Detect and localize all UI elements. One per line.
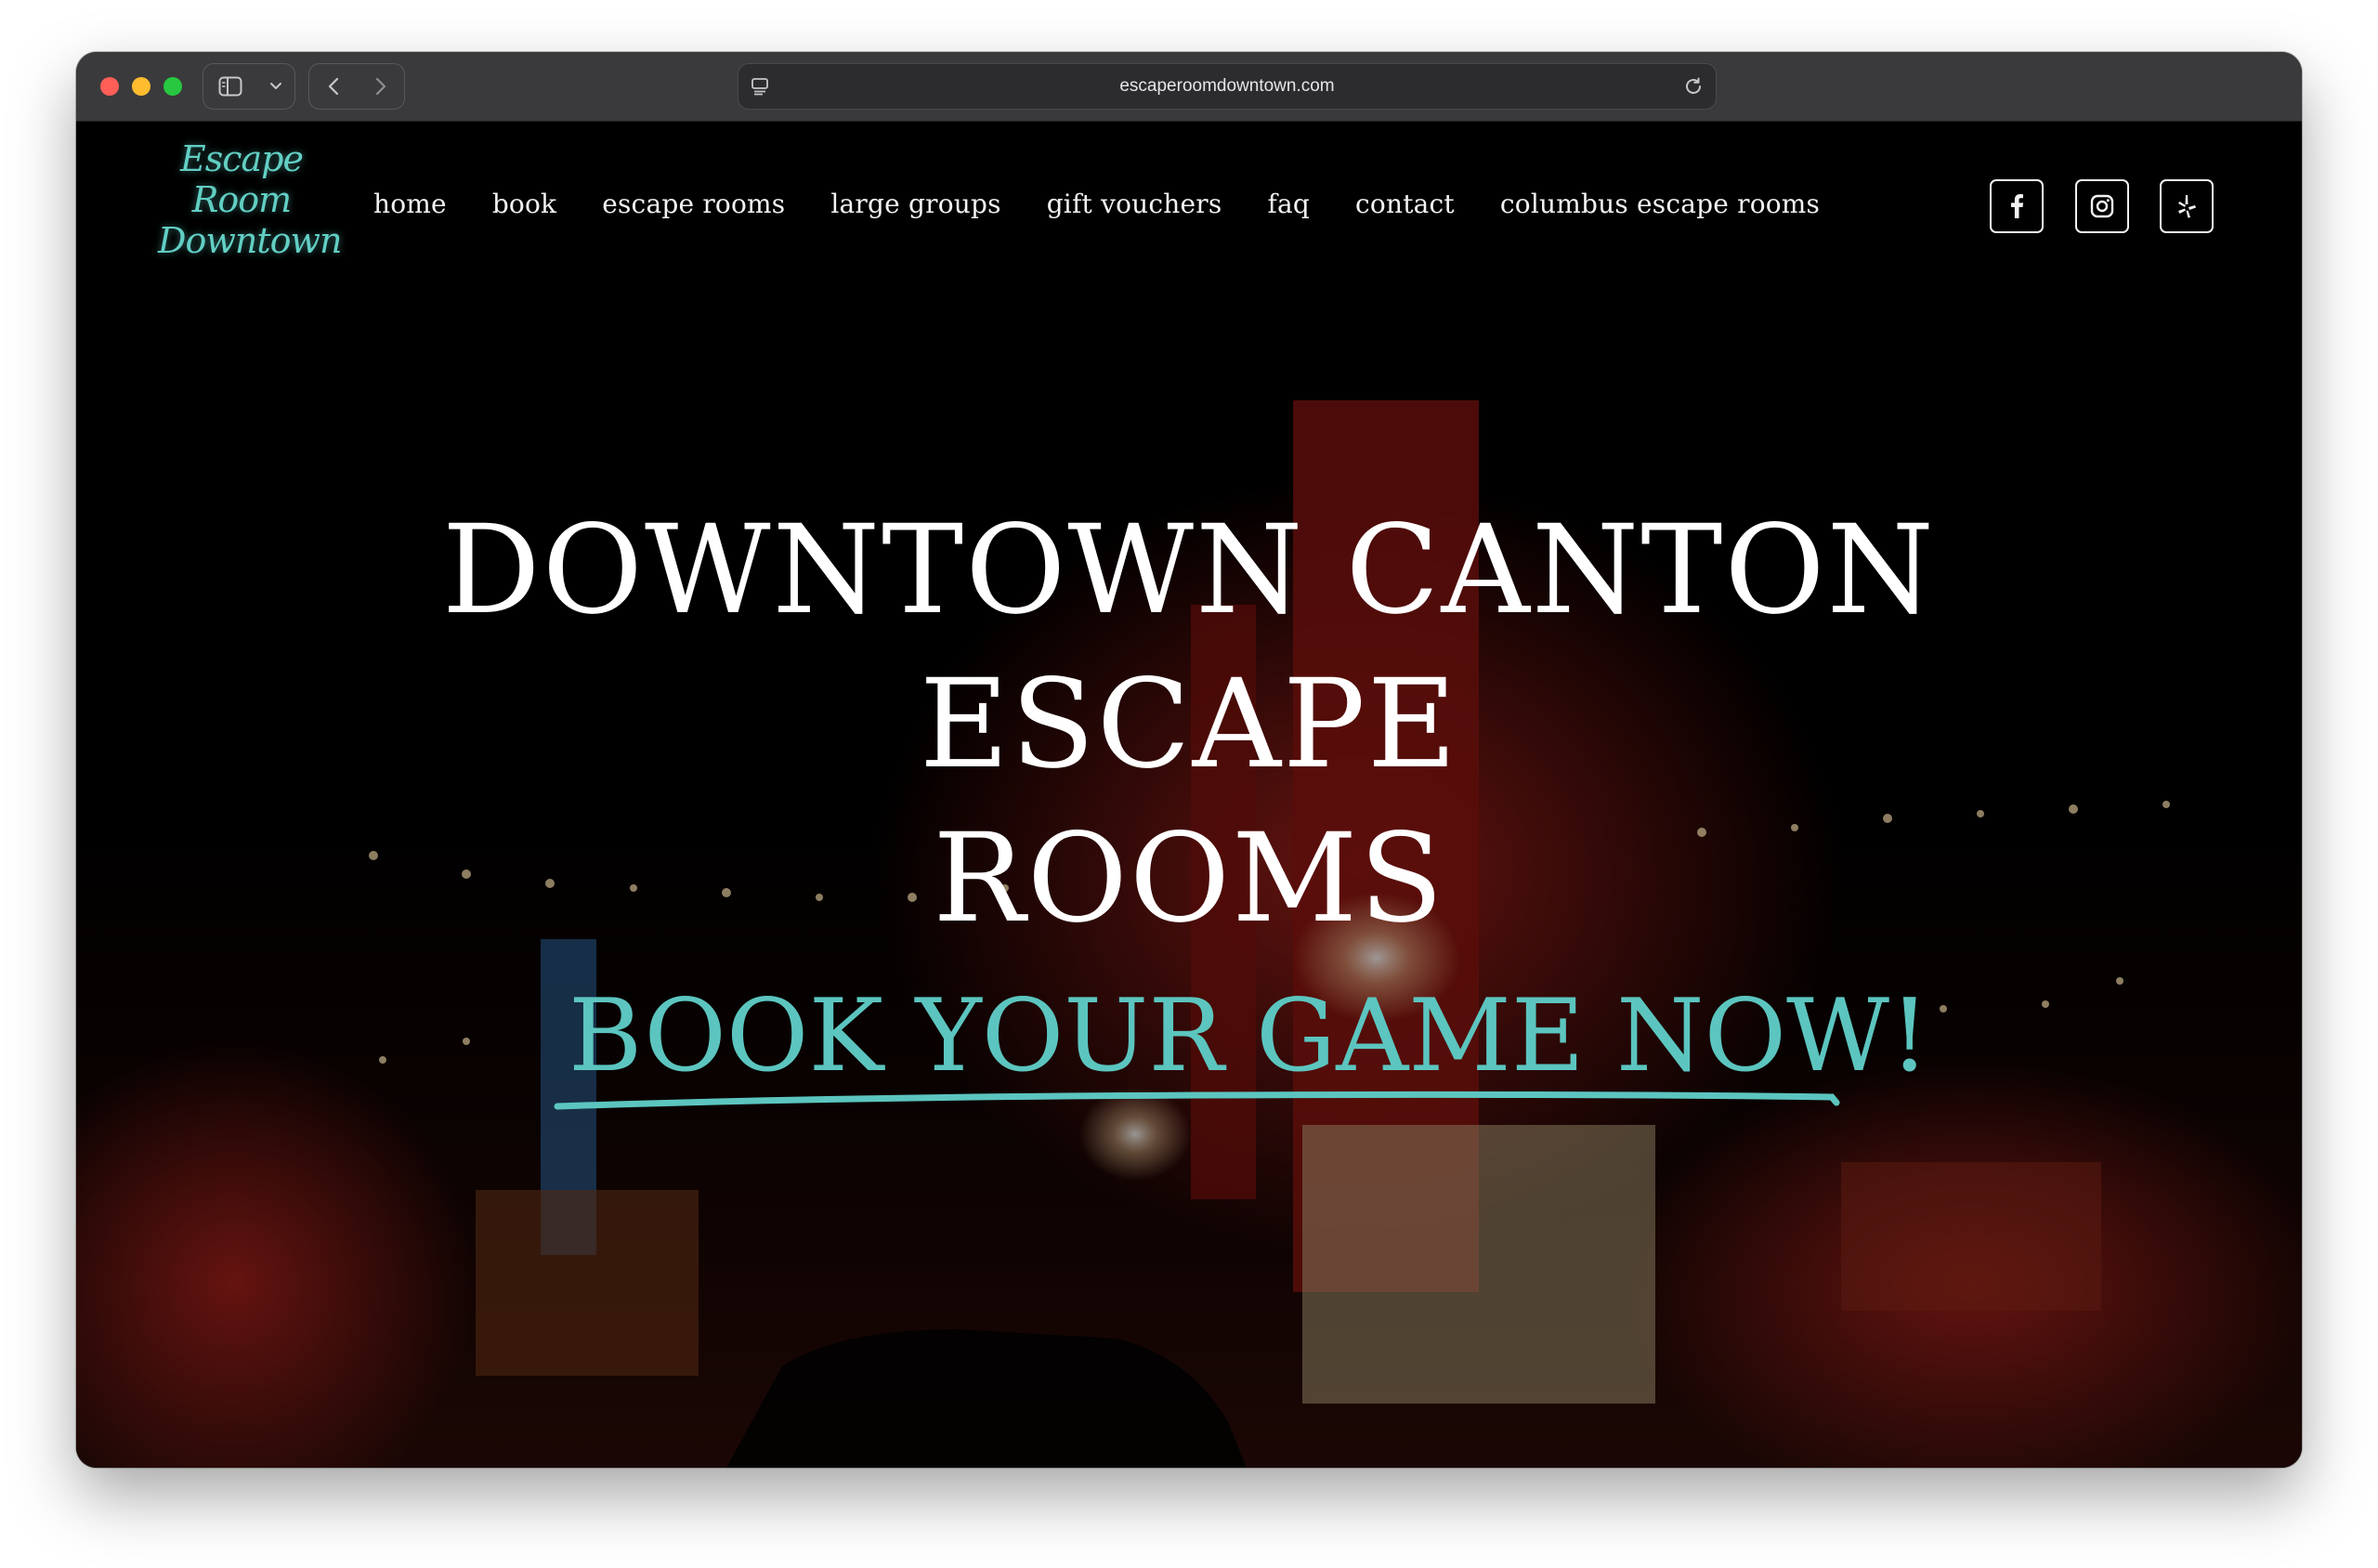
back-button[interactable] xyxy=(309,64,357,109)
instagram-icon xyxy=(2090,194,2114,218)
logo-line: Downtown xyxy=(158,220,343,261)
nav-home[interactable]: home xyxy=(373,189,447,219)
nav-book[interactable]: book xyxy=(492,189,556,219)
sidebar-icon xyxy=(218,76,242,97)
nav-faq[interactable]: faq xyxy=(1267,189,1310,219)
sidebar-toggle-button[interactable] xyxy=(203,64,257,109)
nav-gift-vouchers[interactable]: gift vouchers xyxy=(1047,189,1222,219)
hero-headline-line: DOWNTOWN CANTON ESCAPE xyxy=(441,499,1937,796)
yelp-icon xyxy=(2178,195,2196,218)
browser-titlebar: escaperoomdowntown.com xyxy=(76,52,2302,122)
main-nav: home book escape rooms large groups gift… xyxy=(373,189,1865,219)
forward-button[interactable] xyxy=(357,64,404,109)
nav-contact[interactable]: contact xyxy=(1355,189,1455,219)
nav-large-groups[interactable]: large groups xyxy=(830,189,1000,219)
url-text: escaperoomdowntown.com xyxy=(1119,76,1335,96)
tab-groups-dropdown[interactable] xyxy=(257,64,294,109)
instagram-button[interactable] xyxy=(2075,179,2129,233)
facebook-button[interactable] xyxy=(1990,179,2044,233)
nav-escape-rooms[interactable]: escape rooms xyxy=(602,189,785,219)
cta-underline-decoration xyxy=(554,1091,1840,1110)
zoom-window-button[interactable] xyxy=(163,77,182,96)
page-viewport: Escape Room Downtown home book escape ro… xyxy=(76,122,2302,1468)
facebook-icon xyxy=(2011,194,2024,218)
hero-headline-line: ROOMS xyxy=(933,807,1445,950)
chevron-right-icon xyxy=(375,77,385,96)
yelp-button[interactable] xyxy=(2160,179,2214,233)
sidebar-toggle-group xyxy=(203,63,295,110)
minimize-window-button[interactable] xyxy=(132,77,150,96)
hero-headline: DOWNTOWN CANTON ESCAPE ROOMS xyxy=(169,493,2209,956)
nav-columbus-escape-rooms[interactable]: columbus escape rooms xyxy=(1500,189,1820,219)
chevron-down-icon xyxy=(270,83,281,89)
chevron-left-icon xyxy=(328,77,338,96)
history-nav-group xyxy=(308,63,405,110)
logo-line: Escape xyxy=(180,138,304,179)
logo-line: Room xyxy=(191,179,292,220)
site-logo[interactable]: Escape Room Downtown xyxy=(158,138,343,278)
browser-window: escaperoomdowntown.com Escape Room Downt… xyxy=(76,52,2302,1468)
close-window-button[interactable] xyxy=(100,77,119,96)
book-now-link[interactable]: BOOK YOUR GAME NOW! xyxy=(568,976,1929,1097)
reload-icon[interactable] xyxy=(1682,75,1705,98)
address-bar[interactable]: escaperoomdowntown.com xyxy=(738,63,1717,110)
